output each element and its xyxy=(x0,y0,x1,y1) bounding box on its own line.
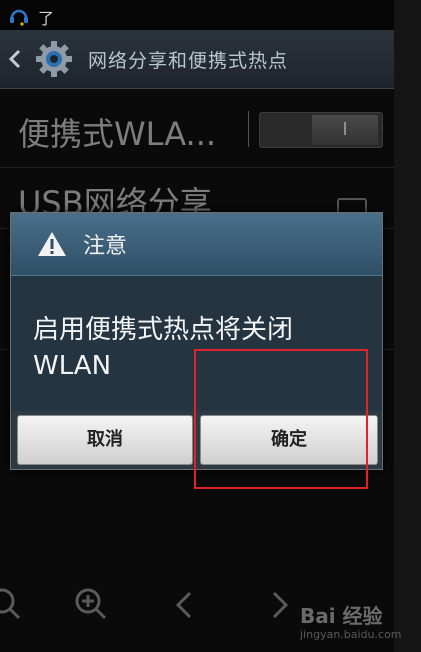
next-icon[interactable] xyxy=(258,585,298,625)
phone-screen: 了 网络分享和便携式热点 便携式WLA... I USB网络分享 注意 启用便携… xyxy=(0,0,394,652)
page-title: 网络分享和便携式热点 xyxy=(88,50,289,72)
watermark-logo: Bai 经验 xyxy=(300,604,383,628)
status-text: 了 xyxy=(38,9,55,28)
cancel-button[interactable]: 取消 xyxy=(17,415,193,465)
wlan-toggle[interactable]: I xyxy=(259,112,383,148)
headset-icon xyxy=(10,9,28,26)
annotation-highlight-box xyxy=(194,349,368,489)
watermark-url: jingyan.baidu.com xyxy=(300,628,402,641)
baidu-watermark: Bai 经验 jingyan.baidu.com xyxy=(300,600,420,650)
previous-icon[interactable] xyxy=(166,585,206,625)
zoom-out-icon[interactable] xyxy=(0,585,26,625)
setting-portable-wlan[interactable]: 便携式WLA... I xyxy=(0,89,394,168)
back-icon[interactable] xyxy=(7,47,23,71)
gear-icon[interactable] xyxy=(34,39,74,79)
warning-icon xyxy=(38,232,66,256)
zoom-in-icon[interactable] xyxy=(72,585,112,625)
toggle-knob: I xyxy=(312,115,378,145)
side-strip xyxy=(394,0,421,652)
dialog-title: 注意 xyxy=(83,234,128,259)
dialog-header: 注意 xyxy=(11,213,382,276)
status-bar: 了 xyxy=(0,0,394,30)
setting-label: 便携式WLA... xyxy=(18,115,217,153)
action-bar: 网络分享和便携式热点 xyxy=(0,30,394,89)
divider xyxy=(248,111,249,147)
